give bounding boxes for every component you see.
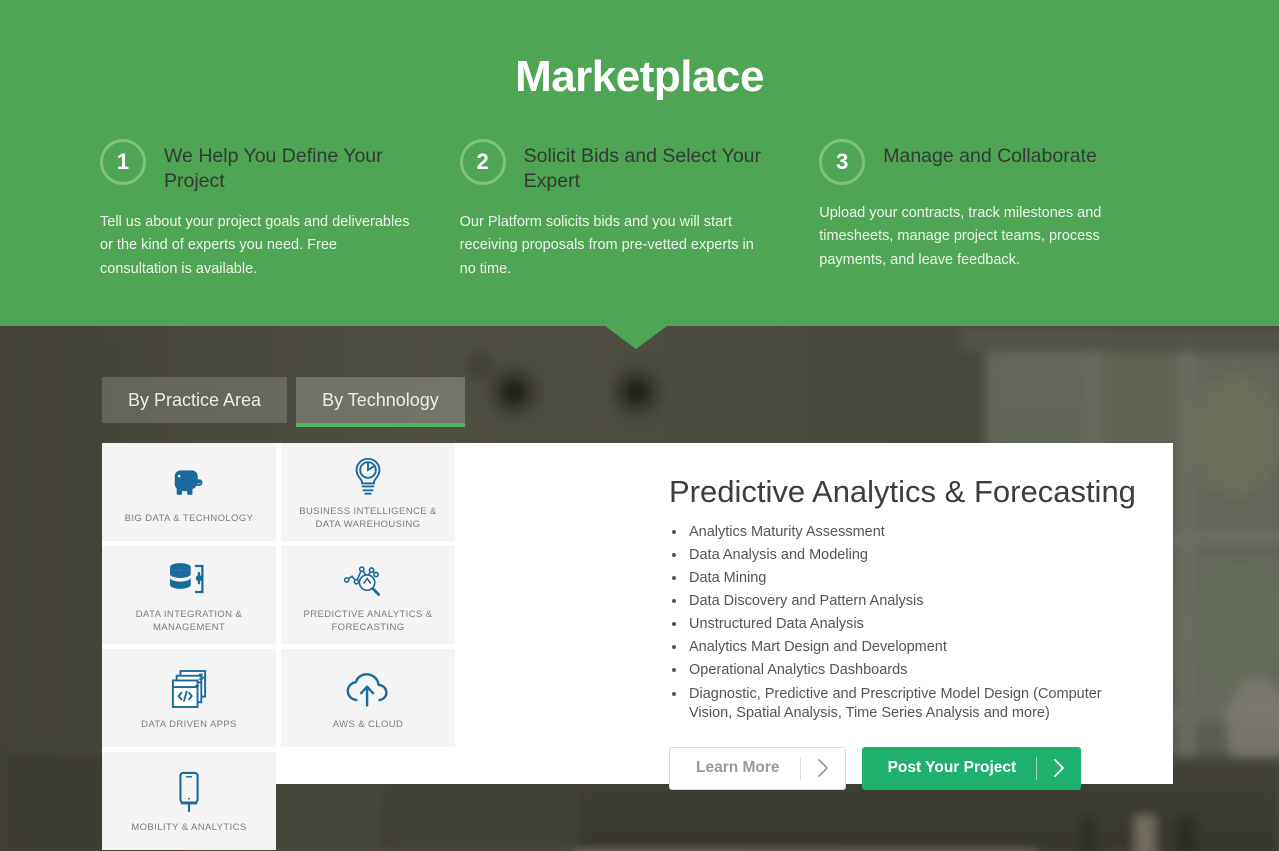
hero-section: Marketplace 1 We Help You Define Your Pr… (0, 0, 1279, 326)
step-description: Tell us about your project goals and del… (100, 213, 410, 277)
chevron-right-icon (801, 757, 845, 779)
chevron-right-icon (1037, 757, 1081, 779)
step-header: 3 Manage and Collaborate (819, 139, 1133, 185)
code-windows-icon (171, 667, 207, 711)
list-item: Operational Analytics Dashboards (687, 661, 1143, 680)
tile-label: PREDICTIVE ANALYTICS & FORECASTING (303, 609, 433, 633)
list-item: Data Mining (687, 569, 1143, 588)
list-item: Unstructured Data Analysis (687, 615, 1143, 634)
detail-title: Predictive Analytics & Forecasting (669, 474, 1136, 509)
step-item: 2 Solicit Bids and Select Your Expert Ou… (459, 139, 820, 296)
tile-label: BUSINESS INTELLIGENCE & DATA WAREHOUSING (299, 506, 437, 530)
step-title: Manage and Collaborate (883, 145, 1097, 167)
step-description: Upload your contracts, track milestones … (819, 205, 1102, 268)
detail-actions: Learn More Post Your Project (669, 746, 1143, 790)
page-title: Marketplace (515, 52, 764, 101)
technology-tile-grid: BIG DATA & TECHNOLOGY BUSINESS INTELLIGE… (102, 443, 634, 850)
tab-by-technology[interactable]: By Technology (296, 377, 465, 427)
tile-big-data-technology[interactable]: BIG DATA & TECHNOLOGY (102, 443, 276, 541)
learn-more-button[interactable]: Learn More (669, 746, 846, 790)
trend-magnifier-icon (344, 557, 392, 601)
step-description: Our Platform solicits bids and you will … (459, 213, 754, 277)
tab-by-practice-area[interactable]: By Practice Area (102, 377, 288, 423)
list-item: Analytics Maturity Assessment (687, 523, 1143, 542)
detail-service-list: Analytics Maturity Assessment Data Analy… (669, 523, 1143, 723)
marketplace-panel: BIG DATA & TECHNOLOGY BUSINESS INTELLIGE… (102, 443, 1173, 850)
tile-label: MOBILITY & ANALYTICS (131, 821, 247, 833)
category-tabs: By Practice Area By Technology (102, 377, 465, 427)
list-item: Data Discovery and Pattern Analysis (687, 592, 1143, 611)
post-your-project-button[interactable]: Post Your Project (861, 746, 1082, 790)
learn-more-label: Learn More (696, 759, 780, 777)
category-detail: Predictive Analytics & Forecasting Analy… (634, 443, 1173, 790)
tile-label: DATA DRIVEN APPS (141, 718, 237, 730)
list-item: Data Analysis and Modeling (687, 546, 1143, 565)
mobile-device-icon (175, 770, 203, 814)
step-header: 2 Solicit Bids and Select Your Expert (459, 139, 774, 194)
tile-data-driven-apps[interactable]: DATA DRIVEN APPS (102, 649, 276, 747)
steps-container: 1 We Help You Define Your Project Tell u… (0, 139, 1279, 296)
marketplace-page: Marketplace 1 We Help You Define Your Pr… (0, 0, 1279, 851)
tile-mobility-analytics[interactable]: MOBILITY & ANALYTICS (102, 752, 276, 850)
tile-predictive-analytics-forecasting[interactable]: PREDICTIVE ANALYTICS & FORECASTING (281, 546, 455, 644)
list-item: Analytics Mart Design and Development (687, 638, 1143, 657)
database-flow-icon (168, 557, 210, 601)
step-number-badge: 2 (459, 139, 506, 185)
hero-notch-arrow (605, 326, 667, 349)
step-title: We Help You Define Your Project (164, 145, 383, 192)
tile-aws-cloud[interactable]: AWS & CLOUD (281, 649, 455, 747)
list-item: Diagnostic, Predictive and Prescriptive … (687, 685, 1143, 723)
tile-label: AWS & CLOUD (332, 718, 404, 730)
elephant-icon (170, 461, 208, 505)
post-project-label: Post Your Project (887, 759, 1017, 777)
tile-label: DATA INTEGRATION & MANAGEMENT (135, 609, 243, 633)
cloud-upload-icon (345, 667, 391, 711)
step-title: Solicit Bids and Select Your Expert (523, 145, 762, 192)
step-number-badge: 1 (100, 139, 146, 185)
step-header: 1 We Help You Define Your Project (100, 139, 414, 194)
tile-data-integration-management[interactable]: DATA INTEGRATION & MANAGEMENT (102, 546, 276, 644)
step-number-badge: 3 (819, 139, 866, 185)
tile-label: BIG DATA & TECHNOLOGY (124, 512, 254, 524)
lightbulb-chart-icon (350, 454, 386, 498)
step-item: 3 Manage and Collaborate Upload your con… (819, 139, 1179, 296)
tile-business-intelligence-data-warehousing[interactable]: BUSINESS INTELLIGENCE & DATA WAREHOUSING (281, 443, 455, 541)
step-item: 1 We Help You Define Your Project Tell u… (100, 139, 460, 296)
